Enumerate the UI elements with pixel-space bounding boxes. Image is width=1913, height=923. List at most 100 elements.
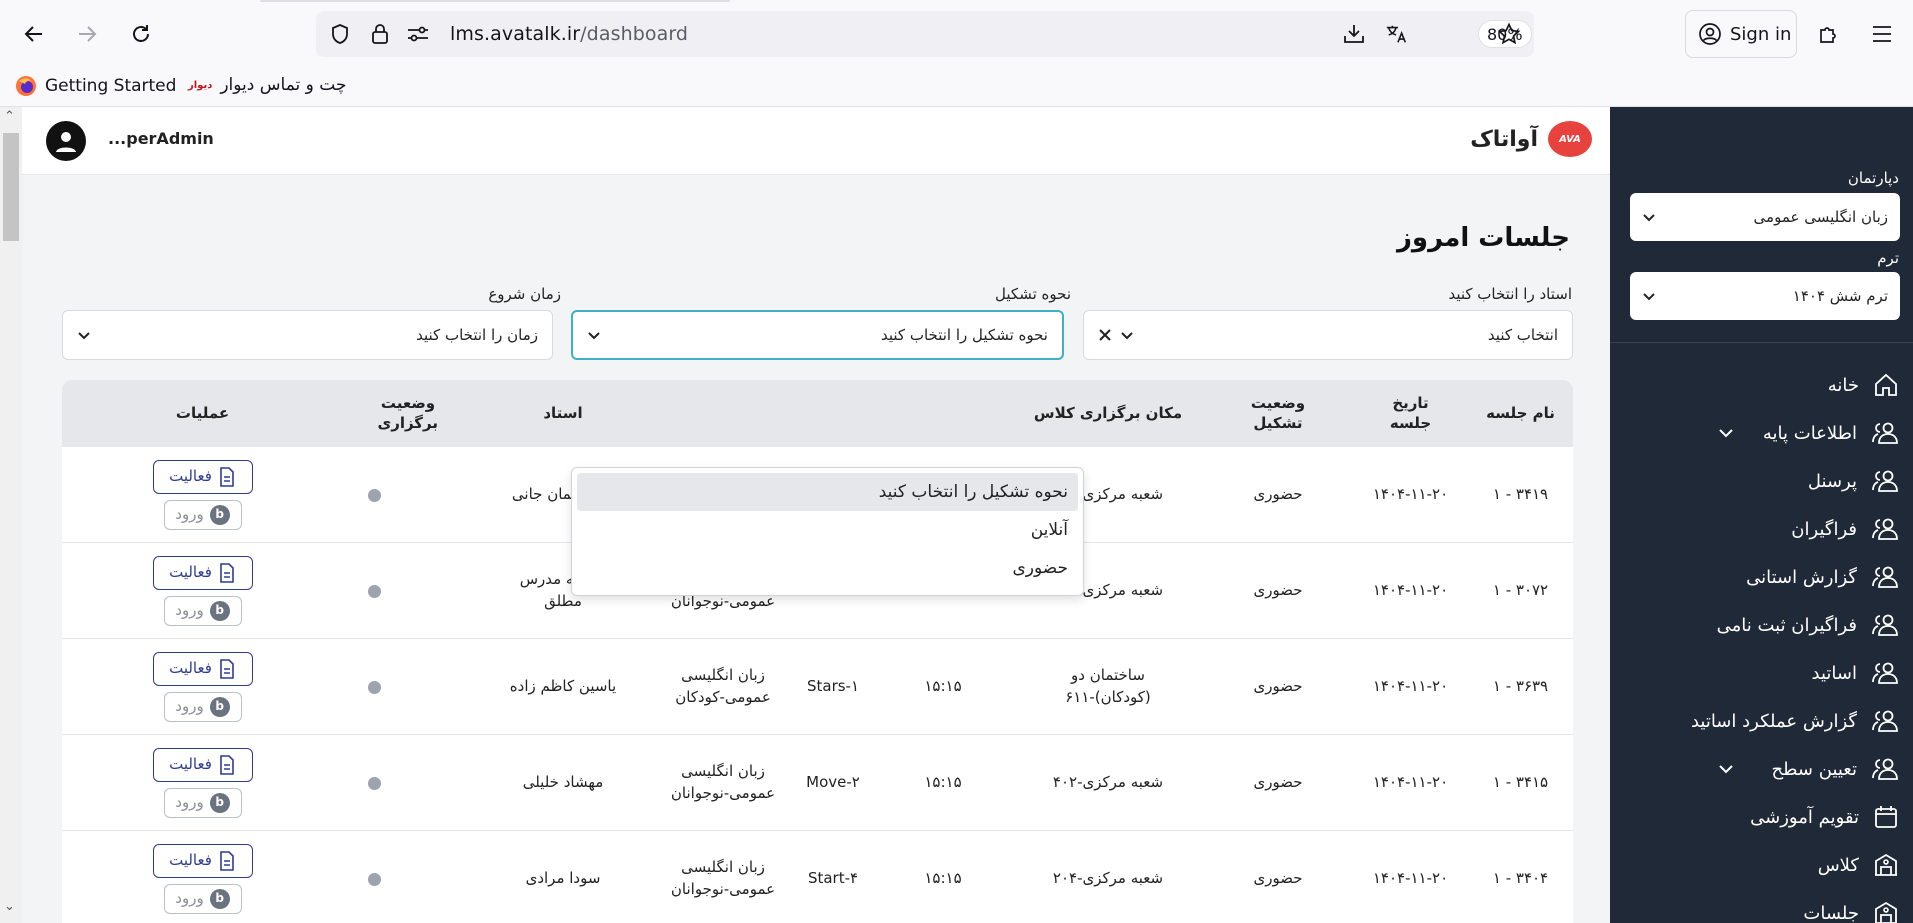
building-icon <box>1873 852 1899 878</box>
sidebar-item-label: فراگیران ثبت نامی <box>1716 614 1857 636</box>
document-icon <box>220 659 234 679</box>
sidebar-item[interactable]: پرسنل <box>1808 461 1899 501</box>
dropdown-option-in-person[interactable]: حضوری <box>577 549 1078 587</box>
brand[interactable]: آواتاک AVA <box>1470 121 1592 157</box>
status-dot <box>368 872 381 886</box>
forward-button[interactable] <box>70 17 104 51</box>
enter-button[interactable]: b ورود <box>163 788 242 818</box>
sidebar-item[interactable]: جلسات <box>1803 893 1899 923</box>
teacher-select[interactable]: انتخاب کنید <box>1083 310 1573 360</box>
puzzle-icon <box>1820 27 1836 43</box>
chevron-down-icon[interactable] <box>1718 761 1734 781</box>
status-dot <box>368 584 381 598</box>
cell-course: زبان انگلیسی عمومی-کودکان <box>675 666 771 706</box>
cell-status: حضوری <box>1253 581 1303 600</box>
download-icon[interactable] <box>1342 22 1366 46</box>
bbb-icon: b <box>209 793 230 813</box>
page-viewport: ⌃ ⌄ ...perAdmin آواتاک AVA جلسات امروز ا… <box>0 107 1913 923</box>
chevron-down-icon[interactable] <box>1718 425 1734 445</box>
activity-button[interactable]: فعالیت <box>152 460 253 494</box>
site-settings-icon[interactable] <box>406 22 430 46</box>
bbb-icon: b <box>209 505 230 525</box>
cell-location: شعبه مرکزی-۲۰۴ <box>1052 869 1164 888</box>
sign-in-button[interactable]: Sign in <box>1685 10 1797 58</box>
cell-level: Start-۴ <box>807 869 859 888</box>
chevron-down-icon <box>1643 214 1655 222</box>
col-header-held-status: وضعیت برگزاری <box>377 394 438 432</box>
cell-operations: فعالیت b ورود <box>62 543 343 639</box>
bookmark-label: چت و تماس دیوار <box>220 75 347 95</box>
scroll-down-icon[interactable]: ⌄ <box>4 899 15 914</box>
department-select[interactable]: زبان انگلیسی عمومی <box>1630 193 1900 241</box>
col-header-status: وضعیت تشکیل <box>1250 394 1306 432</box>
sidebar-item-label: فراگیران <box>1791 518 1857 540</box>
brand-name: آواتاک <box>1470 126 1538 152</box>
cell-teacher: مهشاد خلیلی <box>522 773 604 792</box>
users-icon <box>1871 420 1899 446</box>
sidebar-item[interactable]: تقویم آموزشی <box>1750 797 1899 837</box>
close-icon[interactable] <box>1098 328 1112 342</box>
activity-button[interactable]: فعالیت <box>152 556 253 590</box>
enter-button[interactable]: b ورود <box>163 500 242 530</box>
table-row: ۳۴۱۵ - ۱ ۱۴۰۴-۱۱-۲۰ حضوری شعبه مرکزی-۴۰۲ ۱۵:… <box>62 735 1573 831</box>
cell-operations: فعالیت b ورود <box>62 735 343 831</box>
activity-button[interactable]: فعالیت <box>152 844 253 878</box>
sidebar-item[interactable]: تعیین سطح <box>1772 749 1899 789</box>
bbb-icon: b <box>209 697 230 717</box>
menu-button[interactable] <box>1865 17 1899 51</box>
back-button[interactable] <box>17 17 51 51</box>
translate-icon[interactable] <box>1385 22 1409 46</box>
vertical-scrollbar[interactable]: ⌃ ⌄ <box>0 107 22 923</box>
sidebar-item[interactable]: فراگیران ثبت نامی <box>1717 605 1899 645</box>
scroll-up-icon[interactable]: ⌃ <box>4 109 15 124</box>
enter-button[interactable]: b ورود <box>163 692 242 722</box>
cell-date: ۱۴۰۴-۱۱-۲۰ <box>1372 581 1449 600</box>
address-bar[interactable]: lms.avatalk.ir/dashboard 80% <box>316 11 1534 57</box>
status-dot <box>368 488 381 502</box>
app-header: ...perAdmin آواتاک AVA <box>22 107 1610 175</box>
sidebar-item[interactable]: کلاس <box>1818 845 1899 885</box>
term-select[interactable]: ترم شش ۱۴۰۴ <box>1630 272 1900 320</box>
activity-button[interactable]: فعالیت <box>152 652 253 686</box>
avatar[interactable] <box>46 121 86 161</box>
extensions-button[interactable] <box>1812 17 1846 51</box>
activity-button[interactable]: فعالیت <box>152 748 253 782</box>
forward-arrow-icon <box>79 26 97 42</box>
lock-icon[interactable] <box>368 22 392 46</box>
teacher-select-value: انتخاب کنید <box>1487 326 1558 344</box>
sidebar-item[interactable]: اطلاعات پایه <box>1763 413 1899 453</box>
cell-status: حضوری <box>1253 677 1303 696</box>
url-path: /dashboard <box>580 23 689 45</box>
enter-button[interactable]: b ورود <box>163 884 242 914</box>
term-value: ترم شش ۱۴۰۴ <box>1792 287 1888 305</box>
start-time-select-value: زمان را انتخاب کنید <box>416 326 538 344</box>
shield-icon[interactable] <box>328 22 352 46</box>
hamburger-icon <box>1873 26 1891 42</box>
cell-date: ۱۴۰۴-۱۱-۲۰ <box>1372 773 1449 792</box>
bbb-icon: b <box>209 889 230 909</box>
bookmark-divar[interactable]: دیوار چت و تماس دیوار <box>188 75 346 95</box>
user-name[interactable]: ...perAdmin <box>108 129 214 148</box>
sidebar-divider <box>1610 342 1913 343</box>
reload-button[interactable] <box>124 17 158 51</box>
sidebar-item[interactable]: فراگیران <box>1791 509 1899 549</box>
sidebar-item-label: اساتید <box>1811 662 1857 684</box>
users-icon <box>1871 708 1899 734</box>
sidebar-item[interactable]: گزارش استانی <box>1746 557 1899 597</box>
format-select[interactable]: نحوه تشکیل را انتخاب کنید <box>571 310 1064 360</box>
enter-button[interactable]: b ورود <box>163 596 242 626</box>
table-header: نام جلسه تاریخ جلسه وضعیت تشکیل مکان برگ… <box>62 380 1573 447</box>
sidebar-item[interactable]: اساتید <box>1812 653 1899 693</box>
cell-held-status <box>343 639 473 735</box>
sidebar-item[interactable]: گزارش عملکرد اساتید <box>1691 701 1899 741</box>
start-time-select[interactable]: زمان را انتخاب کنید <box>62 310 553 360</box>
sidebar-item[interactable]: خانه <box>1828 365 1899 405</box>
sidebar-item-label: پرسنل <box>1807 470 1857 492</box>
url-text[interactable]: lms.avatalk.ir/dashboard <box>450 23 688 45</box>
back-arrow-icon <box>24 26 42 42</box>
bookmark-getting-started[interactable]: Getting Started <box>15 75 176 97</box>
dropdown-option-online[interactable]: آنلاین <box>577 511 1078 549</box>
bookmark-star-icon[interactable] <box>1497 22 1521 46</box>
scrollbar-thumb[interactable] <box>3 133 19 241</box>
dropdown-option-placeholder[interactable]: نحوه تشکیل را انتخاب کنید <box>577 473 1078 511</box>
